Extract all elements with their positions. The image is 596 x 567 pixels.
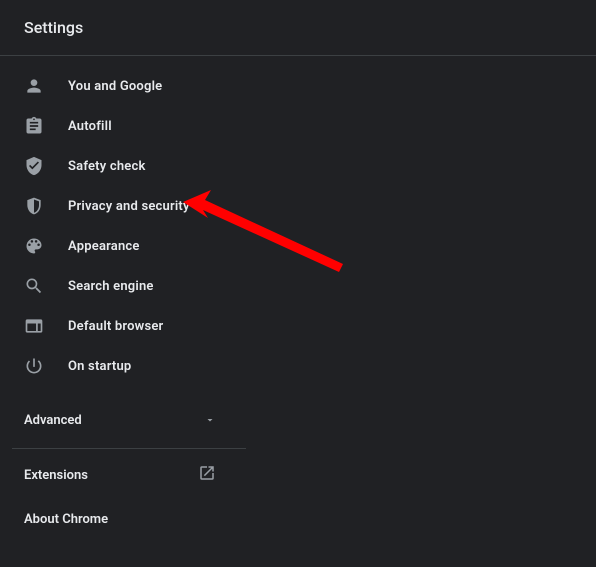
search-icon	[24, 276, 44, 296]
sidebar-link-extensions[interactable]: Extensions	[0, 453, 240, 497]
chevron-down-icon	[204, 411, 216, 430]
advanced-toggle[interactable]: Advanced	[0, 400, 240, 440]
sidebar-item-label: Search engine	[68, 279, 154, 294]
sidebar-item-safety-check[interactable]: Safety check	[0, 146, 256, 186]
sidebar-item-search-engine[interactable]: Search engine	[0, 266, 256, 306]
shield-icon	[24, 196, 44, 216]
sidebar-link-label: About Chrome	[24, 512, 108, 527]
sidebar-item-autofill[interactable]: Autofill	[0, 106, 256, 146]
settings-menu: You and Google Autofill Safety check Pri…	[0, 66, 256, 386]
sidebar-item-default-browser[interactable]: Default browser	[0, 306, 256, 346]
titlebar: Settings	[0, 0, 596, 56]
sidebar-item-label: On startup	[68, 359, 131, 374]
sidebar-item-privacy-security[interactable]: Privacy and security	[0, 186, 256, 226]
external-link-icon	[198, 464, 216, 486]
verified-shield-icon	[24, 156, 44, 176]
page-title: Settings	[24, 18, 83, 37]
advanced-label: Advanced	[24, 413, 82, 428]
palette-icon	[24, 236, 44, 256]
sidebar-item-label: Default browser	[68, 319, 163, 334]
sidebar-item-label: Safety check	[68, 159, 146, 174]
sidebar-item-on-startup[interactable]: On startup	[0, 346, 256, 386]
settings-sidebar: You and Google Autofill Safety check Pri…	[0, 56, 256, 541]
sidebar-link-label: Extensions	[24, 468, 88, 483]
sidebar-item-you-and-google[interactable]: You and Google	[0, 66, 256, 106]
browser-window-icon	[24, 316, 44, 336]
person-icon	[24, 76, 44, 96]
sidebar-item-label: You and Google	[68, 79, 162, 94]
divider	[12, 448, 246, 449]
sidebar-item-label: Autofill	[68, 119, 112, 134]
clipboard-icon	[24, 116, 44, 136]
power-icon	[24, 356, 44, 376]
sidebar-item-label: Privacy and security	[68, 199, 190, 214]
sidebar-item-label: Appearance	[68, 239, 140, 254]
sidebar-item-appearance[interactable]: Appearance	[0, 226, 256, 266]
sidebar-link-about[interactable]: About Chrome	[0, 497, 240, 541]
